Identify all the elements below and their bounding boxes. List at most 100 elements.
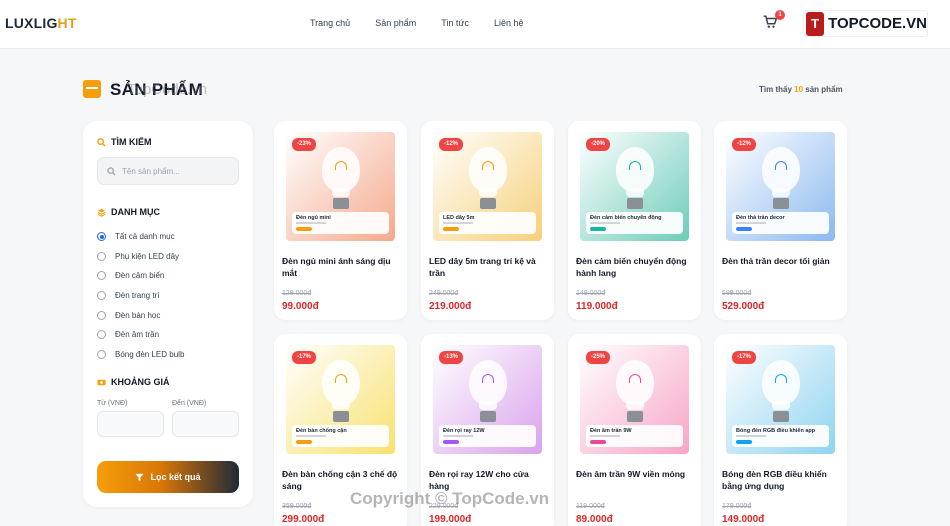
cart-button[interactable]: 1 (763, 10, 785, 33)
filament-icon (775, 374, 787, 383)
product-image[interactable]: -17% Bóng đèn RGB điều khiển app (726, 345, 835, 454)
sale-price: 149.000đ (722, 514, 765, 525)
image-label-tag (443, 227, 459, 231)
result-count: Tìm thấy 10 sản phẩm (759, 85, 843, 94)
category-label: Đèn âm trần (115, 330, 160, 340)
price-to-input[interactable] (172, 411, 239, 437)
category-label: Bóng đèn LED bulb (115, 349, 185, 359)
radio[interactable] (97, 330, 106, 340)
image-label-box: Đèn ngủ mini (292, 212, 389, 234)
search-section-title: TÌM KIẾM (97, 137, 152, 147)
image-label: Đèn thả trần decor (736, 215, 785, 221)
product-image[interactable]: -25% Đèn âm trần 9W (580, 345, 689, 454)
price-title-text: KHOẢNG GIÁ (111, 377, 170, 387)
bulb-base (480, 411, 496, 422)
product-card[interactable]: -25% Đèn âm trần 9W Đèn âm trần 9W viền mỏ… (568, 334, 701, 526)
nav-products[interactable]: Sản phẩm (375, 18, 416, 28)
search-field[interactable] (97, 157, 239, 185)
filament-icon (482, 161, 494, 170)
product-image[interactable]: -17% Đèn bàn chống cận (286, 345, 395, 454)
product-card[interactable]: -12% LED dây 5m LED dây 5m trang trí kệ và… (421, 121, 554, 320)
watermark-bottom: Copyright © TopCode.vn (350, 489, 550, 508)
nav-home[interactable]: Trang chủ (310, 18, 350, 28)
category-label: Tất cả danh mục (115, 232, 175, 242)
radio-selected[interactable] (97, 232, 106, 242)
bulb-base (773, 411, 789, 422)
product-name[interactable]: Đèn âm trần 9W viền mỏng (576, 468, 694, 480)
nav-news[interactable]: Tin tức (441, 18, 469, 28)
category-item-decor[interactable]: Đèn trang trí (97, 286, 184, 306)
product-card[interactable]: -12% Đèn thả trần decor Đèn thả trần decor… (714, 121, 847, 320)
category-item-bulb[interactable]: Bóng đèn LED bulb (97, 345, 184, 365)
radio[interactable] (97, 291, 106, 301)
filament-icon (335, 161, 347, 170)
image-label-tag (590, 440, 606, 444)
category-list: Tất cả danh mục Phụ kiện LED dây Đèn cảm… (97, 227, 184, 364)
category-item-desk[interactable]: Đèn bàn học (97, 305, 184, 325)
result-prefix: Tìm thấy (759, 85, 795, 94)
layers-icon (97, 208, 106, 217)
discount-badge: -20% (586, 138, 611, 151)
discount-badge: -17% (292, 351, 317, 364)
sale-price: 119.000đ (576, 301, 618, 312)
category-item-ceiling[interactable]: Đèn âm trần (97, 325, 184, 345)
filter-button[interactable]: Lọc kết quả (97, 461, 239, 493)
bulb-neck (479, 401, 497, 410)
search-input[interactable] (122, 158, 234, 184)
image-label-box: Đèn cảm biến chuyển động (586, 212, 683, 234)
product-name[interactable]: Đèn cảm biến chuyển động hành lang (576, 255, 694, 279)
bulb-base (480, 198, 496, 209)
product-image[interactable]: -23% Đèn ngủ mini (286, 132, 395, 241)
radio[interactable] (97, 271, 106, 281)
discount-badge: -23% (292, 138, 317, 151)
image-label-tag (590, 227, 606, 231)
image-label-line (443, 222, 473, 224)
product-image[interactable]: -20% Đèn cảm biến chuyển động (580, 132, 689, 241)
price-from-input[interactable] (97, 411, 164, 437)
product-image[interactable]: -12% Đèn thả trần decor (726, 132, 835, 241)
image-label-line (736, 222, 766, 224)
old-price: 129.000đ (282, 290, 312, 297)
category-item-led-strip[interactable]: Phụ kiện LED dây (97, 247, 184, 267)
old-price: 249.000đ (429, 290, 459, 297)
category-label: Đèn trang trí (115, 291, 160, 301)
old-price: 359.000đ (282, 503, 312, 510)
search-title-text: TÌM KIẾM (111, 137, 152, 147)
image-label: LED dây 5m (443, 215, 475, 221)
filter-sidebar: TÌM KIẾM DANH MỤC Tất cả danh mục Phụ ki… (83, 121, 253, 507)
filter-icon (135, 473, 145, 481)
product-name[interactable]: Bóng đèn RGB điều khiển bằng ứng dụng (722, 468, 840, 492)
image-label-box: LED dây 5m (439, 212, 536, 234)
image-label-box: Bóng đèn RGB điều khiển app (732, 425, 829, 447)
site-logo[interactable]: LUXLIGHT (5, 15, 77, 31)
product-name[interactable]: Đèn thả trần decor tối giản (722, 255, 840, 267)
radio[interactable] (97, 251, 106, 261)
product-name[interactable]: LED dây 5m trang trí kệ và trần (429, 255, 547, 279)
price-from-label: Từ (VNĐ) (97, 400, 128, 407)
radio[interactable] (97, 349, 106, 359)
product-image[interactable]: -12% LED dây 5m (433, 132, 542, 241)
radio[interactable] (97, 310, 106, 320)
bulb-base (627, 198, 643, 209)
category-item-sensor[interactable]: Đèn cảm biến (97, 266, 184, 286)
main-nav: Trang chủ Sản phẩm Tin tức Liên hệ (310, 18, 523, 28)
price-to-label: Đến (VNĐ) (172, 400, 207, 407)
old-price: 599.000đ (722, 290, 752, 297)
product-card[interactable]: -23% Đèn ngủ mini Đèn ngủ mini ánh sáng dị… (274, 121, 407, 320)
filament-icon (482, 374, 494, 383)
image-label-tag (736, 227, 752, 231)
image-label-tag (736, 440, 752, 444)
nav-contact[interactable]: Liên hệ (494, 18, 524, 28)
product-name[interactable]: Đèn ngủ mini ánh sáng dịu mắt (282, 255, 400, 279)
product-card[interactable]: -17% Bóng đèn RGB điều khiển app Bóng đèn … (714, 334, 847, 526)
product-image[interactable]: -13% Đèn rọi ray 12W (433, 345, 542, 454)
old-price: 119.000đ (576, 503, 605, 510)
topcode-brand: T TOPCODE.VN (803, 10, 928, 37)
filament-icon (775, 161, 787, 170)
image-label-tag (443, 440, 459, 444)
sale-price: 529.000đ (722, 301, 765, 312)
product-card[interactable]: -20% Đèn cảm biến chuyển động Đèn cảm biến… (568, 121, 701, 320)
bulb-neck (332, 401, 350, 410)
category-item-all[interactable]: Tất cả danh mục (97, 227, 184, 247)
result-number: 10 (794, 85, 804, 94)
